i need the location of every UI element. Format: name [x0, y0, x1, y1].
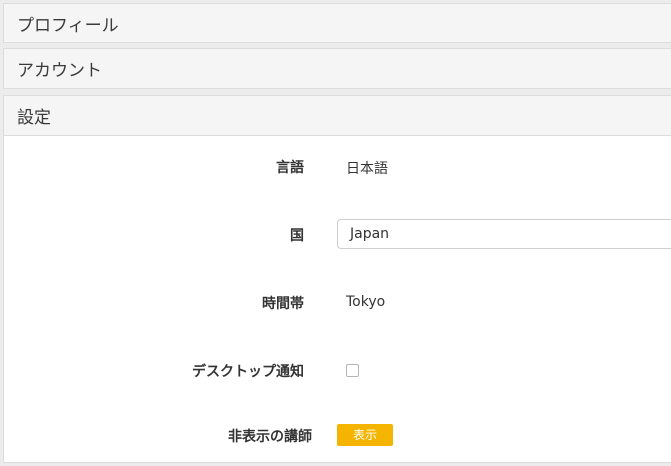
settings-section-title: 設定 — [17, 108, 51, 128]
timezone-value: Tokyo — [346, 294, 386, 310]
timezone-label: 時間帯 — [262, 296, 304, 312]
country-select[interactable]: Japan — [337, 219, 671, 249]
account-section-header[interactable]: アカウント — [3, 48, 671, 89]
settings-panel-body: 言語 日本語 国 Japan 時間帯 Tokyo デスクトップ通知 非表示の講師… — [3, 136, 671, 463]
language-label: 言語 — [276, 160, 304, 176]
hidden-teachers-label: 非表示の講師 — [228, 429, 312, 445]
profile-section-header[interactable]: プロフィール — [3, 3, 671, 43]
settings-section-header[interactable]: 設定 — [3, 95, 671, 136]
account-section-title: アカウント — [17, 61, 102, 81]
desktop-notification-checkbox[interactable] — [346, 364, 359, 377]
country-select-value: Japan — [350, 226, 390, 242]
show-hidden-teachers-button[interactable]: 表示 — [337, 424, 393, 446]
language-value: 日本語 — [346, 161, 388, 177]
country-label: 国 — [290, 228, 304, 244]
desktop-notification-label: デスクトップ通知 — [192, 364, 304, 380]
profile-section-title: プロフィール — [17, 15, 119, 36]
